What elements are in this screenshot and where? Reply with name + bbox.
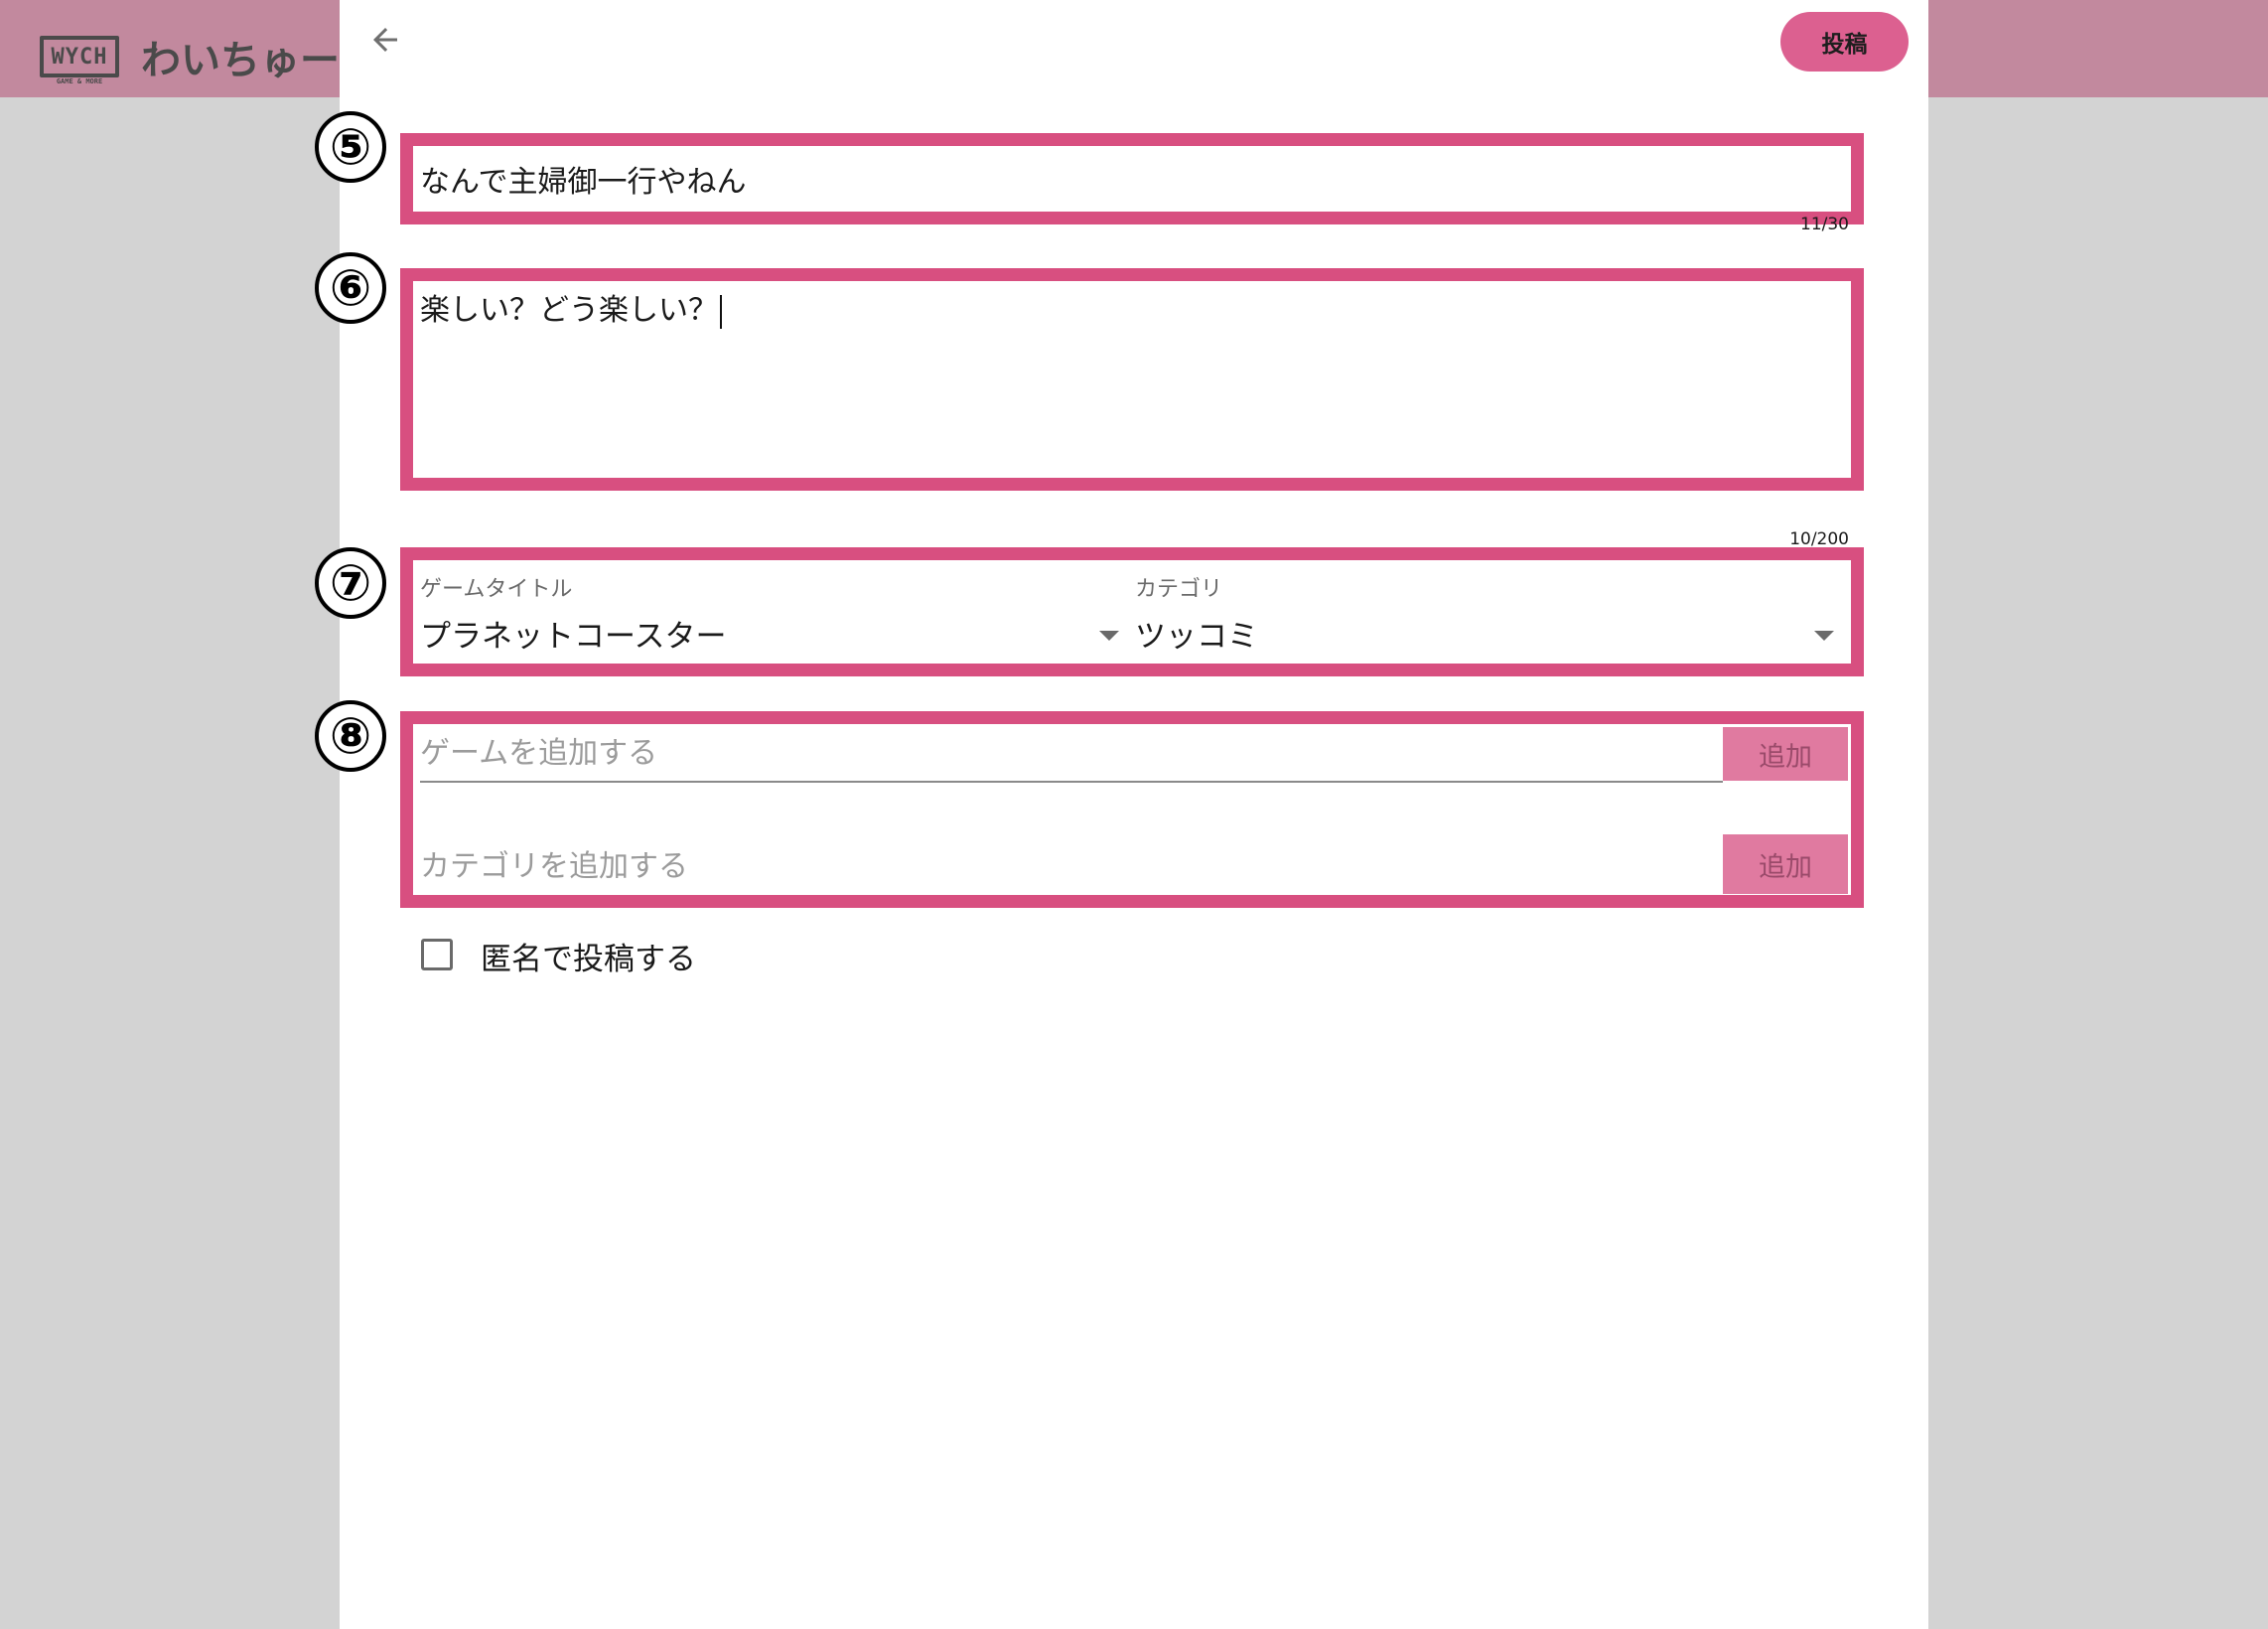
category-label: カテゴリ: [1135, 577, 1223, 602]
anonymous-label[interactable]: 匿名で投稿する: [481, 934, 696, 978]
step-badge-7: ⑦: [315, 547, 386, 619]
app-logo[interactable]: WYCH GAME & MORE わいちゅー: [40, 28, 340, 85]
category-select[interactable]: ツッコミ: [1135, 611, 1258, 656]
body-text: 楽しい？どう楽しい？: [420, 293, 718, 328]
add-category-button[interactable]: 追加: [1723, 834, 1848, 894]
logo-mark-icon: WYCH GAME & MORE: [40, 36, 119, 85]
add-game-input[interactable]: ゲームを追加する: [420, 728, 657, 772]
app-name: わいちゅー: [141, 38, 340, 83]
logo-mark-text: WYCH: [51, 44, 108, 70]
text-caret: [720, 294, 722, 329]
step-badge-5: ⑤: [315, 111, 386, 183]
back-arrow-icon[interactable]: [367, 22, 403, 58]
title-char-counter: 11/30: [1800, 215, 1849, 234]
game-title-label: ゲームタイトル: [420, 577, 573, 602]
game-title-select[interactable]: プラネットコースター: [420, 611, 726, 656]
step-badge-6: ⑥: [315, 252, 386, 324]
step-badge-8: ⑧: [315, 700, 386, 772]
body-textarea[interactable]: 楽しい？どう楽しい？: [420, 285, 722, 329]
add-game-button[interactable]: 追加: [1723, 727, 1848, 781]
anonymous-checkbox[interactable]: [421, 939, 453, 970]
title-input[interactable]: なんで主婦御一行やねん: [420, 157, 747, 201]
add-category-input[interactable]: カテゴリを追加する: [420, 841, 688, 885]
game-title-chevron-down-icon[interactable]: [1099, 631, 1119, 641]
add-game-underline: [420, 781, 1723, 783]
body-char-counter: 10/200: [1789, 529, 1849, 549]
post-button[interactable]: 投稿: [1780, 12, 1909, 72]
category-chevron-down-icon[interactable]: [1814, 631, 1834, 641]
logo-subtext: GAME & MORE: [56, 77, 103, 85]
